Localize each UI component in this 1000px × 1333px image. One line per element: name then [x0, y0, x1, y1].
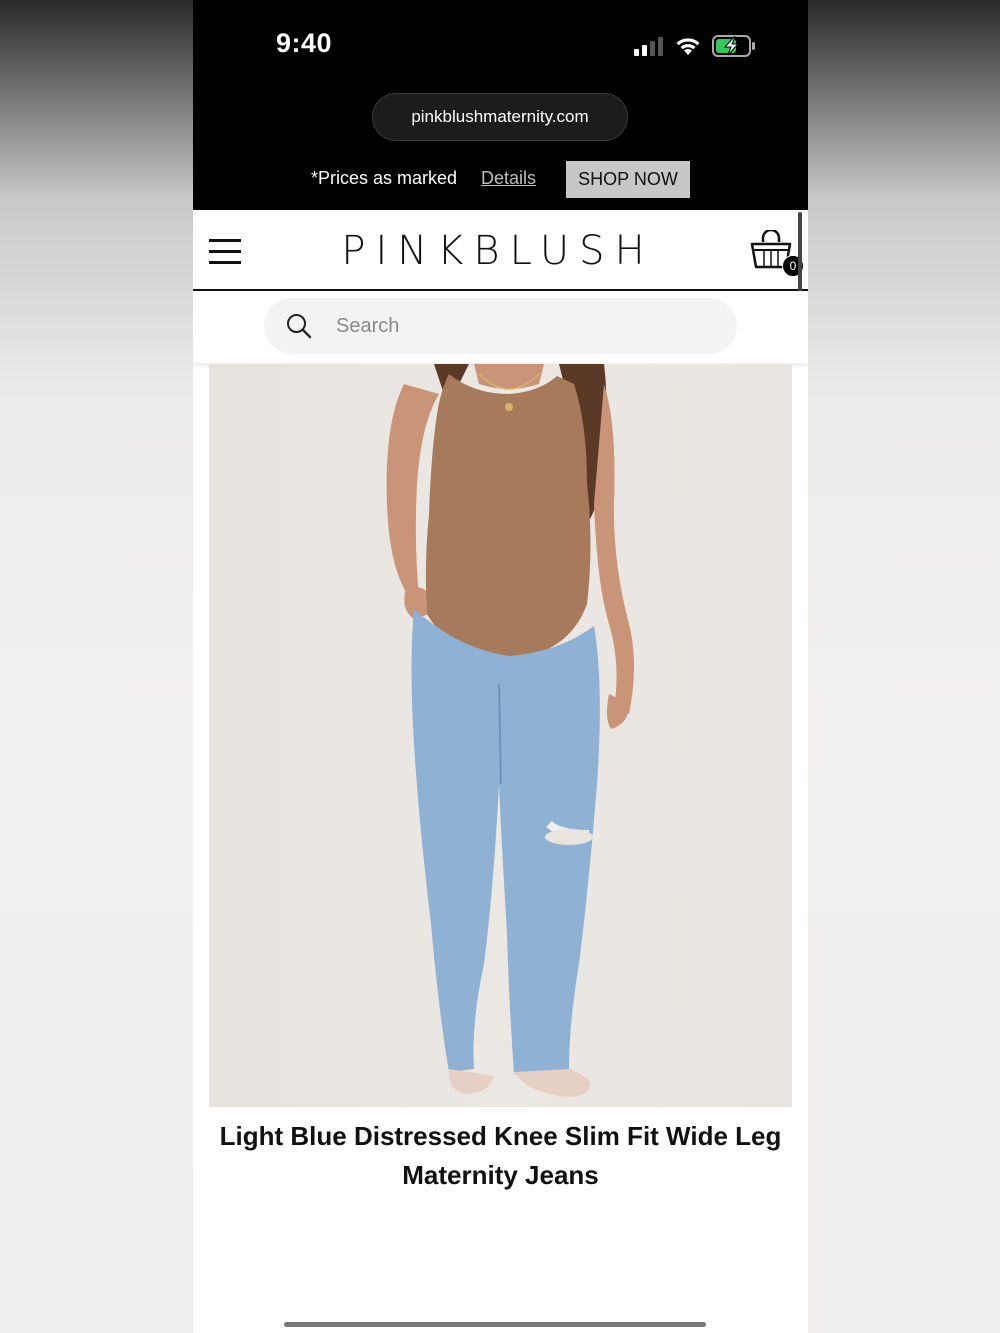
search-area: [193, 291, 808, 363]
product-title[interactable]: Light Blue Distressed Knee Slim Fit Wide…: [203, 1117, 798, 1195]
search-icon: [287, 314, 312, 339]
promo-banner: *Prices as marked Details SHOP NOW: [193, 146, 808, 210]
product-image[interactable]: [209, 364, 792, 1107]
battery-charging-icon: [712, 35, 755, 57]
site-header: PINKBLUSH 0: [193, 210, 808, 291]
menu-icon[interactable]: [209, 239, 241, 265]
search-input[interactable]: [336, 298, 716, 354]
cart-button[interactable]: 0: [749, 228, 804, 278]
phone-screen: 9:40 pinkblushmaternity.com *Prices as m…: [193, 0, 808, 1333]
signal-icon: [634, 37, 663, 56]
search-box[interactable]: [264, 298, 737, 354]
status-time: 9:40: [276, 28, 333, 58]
shop-now-button[interactable]: SHOP NOW: [566, 161, 690, 198]
promo-details-link[interactable]: Details: [481, 168, 536, 189]
product-photo: [386, 364, 634, 1097]
site-logo[interactable]: PINKBLUSH: [333, 228, 663, 274]
browser-bar: pinkblushmaternity.com: [193, 92, 808, 146]
wifi-icon: [676, 38, 700, 55]
status-bar: 9:40: [193, 0, 808, 92]
promo-text: *Prices as marked: [311, 168, 458, 188]
status-icons: [634, 34, 756, 58]
home-indicator: [284, 1322, 706, 1327]
url-bar[interactable]: pinkblushmaternity.com: [372, 93, 628, 141]
